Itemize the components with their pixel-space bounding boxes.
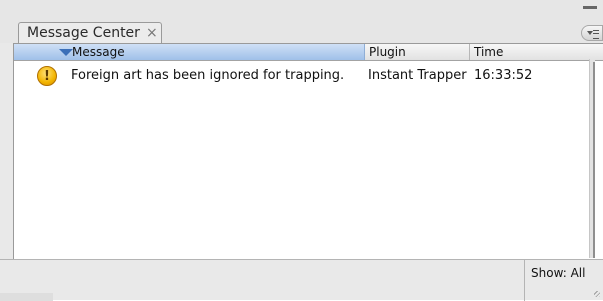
message-text: Foreign art has been ignored for trappin… xyxy=(71,68,345,83)
panel-menu-button[interactable] xyxy=(581,25,603,41)
tab-message-center[interactable]: Message Center × xyxy=(18,22,162,43)
close-icon[interactable]: × xyxy=(146,25,158,41)
message-time: 16:33:52 xyxy=(474,68,533,83)
message-list: Message Plugin Time ! Foreign art has be… xyxy=(13,43,603,259)
table-row[interactable]: ! Foreign art has been ignored for trapp… xyxy=(14,65,594,87)
warning-icon: ! xyxy=(37,66,57,86)
tab-label: Message Center xyxy=(27,25,140,41)
minimize-icon[interactable] xyxy=(583,6,597,9)
panel-footer: Show: All xyxy=(0,259,603,301)
panel-titlebar: Message Center × xyxy=(0,0,603,43)
sort-descending-icon xyxy=(59,49,73,56)
column-header-plugin[interactable]: Plugin xyxy=(365,44,470,60)
show-filter[interactable]: Show: All xyxy=(524,260,603,301)
menu-lines-icon xyxy=(593,30,599,39)
vertical-scrollbar-edge xyxy=(593,62,595,258)
column-header-message[interactable]: Message xyxy=(14,44,365,60)
show-filter-label: Show: All xyxy=(531,266,586,280)
plugin-name: Instant Trapper xyxy=(368,68,467,83)
resize-grip-icon[interactable] xyxy=(594,291,600,297)
table-header: Message Plugin Time xyxy=(14,44,603,61)
message-center-panel: Message Center × Message Plugin Time ! F… xyxy=(0,0,603,301)
column-header-time[interactable]: Time xyxy=(470,44,603,60)
